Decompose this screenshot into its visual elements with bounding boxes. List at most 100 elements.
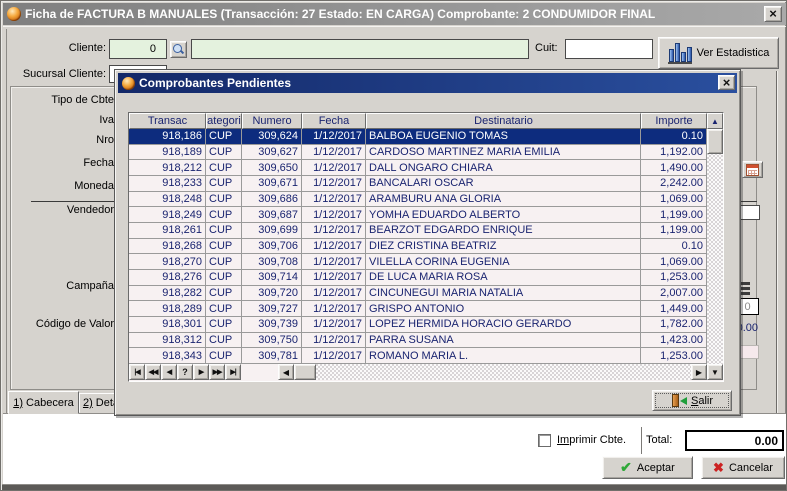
- nav-fast-next-button[interactable]: ▶▶: [209, 364, 225, 380]
- vertical-scrollbar-thumb[interactable]: [707, 129, 723, 154]
- cliente-label: Cliente:: [31, 42, 106, 54]
- table-row[interactable]: 918,282CUP309,7201/12/2017CINCUNEGUI MAR…: [129, 286, 707, 302]
- imprimir-checkbox[interactable]: [538, 434, 551, 447]
- cell-transac: 918,248: [129, 192, 206, 207]
- column-header-importe[interactable]: Importe: [641, 113, 707, 129]
- cell-destinatario: YOMHA EDUARDO ALBERTO: [366, 207, 641, 222]
- codigo-valor-label: Código de Valor: [15, 318, 114, 330]
- vendedor-field-fragment[interactable]: [738, 205, 760, 220]
- close-icon: ×: [769, 9, 777, 19]
- nav-last-button[interactable]: ▶|: [225, 364, 241, 380]
- cell-destinatario: LOPEZ HERMIDA HORACIO GERARDO: [366, 317, 641, 332]
- column-header-transac[interactable]: Transac: [129, 113, 206, 129]
- imprimir-label: Imprimir Cbte.: [557, 434, 626, 446]
- table-row[interactable]: 918,270CUP309,7081/12/2017VILELLA CORINA…: [129, 254, 707, 270]
- scroll-left-button[interactable]: ◀: [278, 364, 294, 380]
- scroll-up-button[interactable]: ▲: [707, 113, 723, 129]
- cell-categoria: CUP: [206, 176, 242, 191]
- cell-destinatario: DIEZ CRISTINA BEATRIZ: [366, 239, 641, 254]
- cell-numero: 309,699: [242, 223, 302, 238]
- window-titlebar[interactable]: Ficha de FACTURA B MANUALES (Transacción…: [3, 3, 786, 25]
- scroll-right-button[interactable]: ▶: [691, 364, 707, 380]
- table-row[interactable]: 918,212CUP309,6501/12/2017DALL ONGARO CH…: [129, 160, 707, 176]
- cell-destinatario: CINCUNEGUI MARIA NATALIA: [366, 286, 641, 301]
- nav-prev-button[interactable]: ◀: [161, 364, 177, 380]
- cell-numero: 309,650: [242, 160, 302, 175]
- nro-label: Nro: [15, 134, 114, 146]
- cell-destinatario: BALBOA EUGENIO TOMAS: [366, 129, 641, 144]
- fecha-calendar-button[interactable]: [742, 161, 763, 178]
- cell-numero: 309,627: [242, 145, 302, 160]
- salir-label: Salir: [691, 395, 713, 407]
- cuit-field[interactable]: [565, 39, 653, 59]
- cell-fecha: 1/12/2017: [302, 348, 366, 363]
- table-row[interactable]: 918,268CUP309,7061/12/2017DIEZ CRISTINA …: [129, 239, 707, 255]
- cliente-code-field[interactable]: 0: [109, 39, 167, 59]
- table-row[interactable]: 918,261CUP309,6991/12/2017BEARZOT EDGARD…: [129, 223, 707, 239]
- aceptar-button[interactable]: ✔ Aceptar: [602, 456, 693, 479]
- cell-fecha: 1/12/2017: [302, 333, 366, 348]
- ver-estadistica-button[interactable]: Ver Estadistica: [658, 37, 779, 69]
- cell-transac: 918,270: [129, 254, 206, 269]
- cell-importe: 1,253.00: [641, 270, 707, 285]
- horizontal-scrollbar-track[interactable]: [316, 364, 691, 380]
- table-row[interactable]: 918,343CUP309,7811/12/2017ROMANO MARIA L…: [129, 348, 707, 364]
- horizontal-scrollbar-thumb[interactable]: [294, 364, 316, 380]
- scroll-down-button[interactable]: ▼: [707, 364, 723, 380]
- cell-categoria: CUP: [206, 348, 242, 363]
- total-value: 0.00: [755, 434, 778, 448]
- nav-first-button[interactable]: |◀: [129, 364, 145, 380]
- cancelar-button[interactable]: ✖ Cancelar: [701, 456, 785, 479]
- cell-numero: 309,708: [242, 254, 302, 269]
- cliente-search-button[interactable]: [170, 41, 187, 58]
- cell-categoria: CUP: [206, 239, 242, 254]
- salir-button[interactable]: Salir: [652, 390, 732, 411]
- cell-fecha: 1/12/2017: [302, 145, 366, 160]
- cell-transac: 918,186: [129, 129, 206, 144]
- cell-destinatario: BANCALARI OSCAR: [366, 176, 641, 191]
- total-field[interactable]: 0.00: [685, 430, 784, 451]
- footer-spacer: [241, 364, 278, 380]
- column-header-categoria[interactable]: ategori: [206, 113, 242, 129]
- vertical-scrollbar-track[interactable]: [707, 129, 723, 364]
- table-row[interactable]: 918,186CUP309,6241/12/2017BALBOA EUGENIO…: [129, 129, 707, 145]
- aceptar-label: Aceptar: [637, 462, 675, 474]
- table-row[interactable]: 918,301CUP309,7391/12/2017LOPEZ HERMIDA …: [129, 317, 707, 333]
- table-row[interactable]: 918,248CUP309,6861/12/2017ARAMBURU ANA G…: [129, 192, 707, 208]
- cell-destinatario: DALL ONGARO CHIARA: [366, 160, 641, 175]
- cell-destinatario: GRISPO ANTONIO: [366, 301, 641, 316]
- cell-transac: 918,249: [129, 207, 206, 222]
- table-row[interactable]: 918,249CUP309,6871/12/2017YOMHA EDUARDO …: [129, 207, 707, 223]
- cell-categoria: CUP: [206, 160, 242, 175]
- tab-cabecera[interactable]: 1) Cabecera: [8, 391, 79, 414]
- vendedor-label: Vendedor: [15, 204, 114, 216]
- table-row[interactable]: 918,289CUP309,7271/12/2017GRISPO ANTONIO…: [129, 301, 707, 317]
- window-close-button[interactable]: ×: [764, 6, 782, 22]
- table-row[interactable]: 918,189CUP309,6271/12/2017CARDOSO MARTIN…: [129, 145, 707, 161]
- dialog-close-button[interactable]: ×: [718, 75, 735, 90]
- cell-importe: 1,199.00: [641, 207, 707, 222]
- fecha-label: Fecha: [15, 157, 114, 169]
- campana-qty-value: 0: [744, 301, 750, 313]
- dialog-titlebar[interactable]: Comprobantes Pendientes: [118, 73, 737, 93]
- cell-transac: 918,261: [129, 223, 206, 238]
- table-row[interactable]: 918,233CUP309,6711/12/2017BANCALARI OSCA…: [129, 176, 707, 192]
- column-header-numero[interactable]: Numero: [242, 113, 302, 129]
- check-icon: ✔: [620, 459, 632, 476]
- cell-categoria: CUP: [206, 192, 242, 207]
- cell-transac: 918,189: [129, 145, 206, 160]
- cell-numero: 309,739: [242, 317, 302, 332]
- table-row[interactable]: 918,312CUP309,7501/12/2017PARRA SUSANA1,…: [129, 333, 707, 349]
- column-header-destinatario[interactable]: Destinatario: [366, 113, 641, 129]
- nav-refresh-button[interactable]: ?: [177, 364, 193, 380]
- cell-importe: 1,449.00: [641, 301, 707, 316]
- cell-transac: 918,343: [129, 348, 206, 363]
- table-row[interactable]: 918,276CUP309,7141/12/2017DE LUCA MARIA …: [129, 270, 707, 286]
- nav-fast-prev-button[interactable]: ◀◀: [145, 364, 161, 380]
- cell-categoria: CUP: [206, 254, 242, 269]
- column-header-fecha[interactable]: Fecha: [302, 113, 366, 129]
- cell-importe: 1,192.00: [641, 145, 707, 160]
- nav-next-button[interactable]: ▶: [193, 364, 209, 380]
- cliente-name-field[interactable]: [191, 39, 529, 59]
- dialog-title: Comprobantes Pendientes: [139, 76, 291, 90]
